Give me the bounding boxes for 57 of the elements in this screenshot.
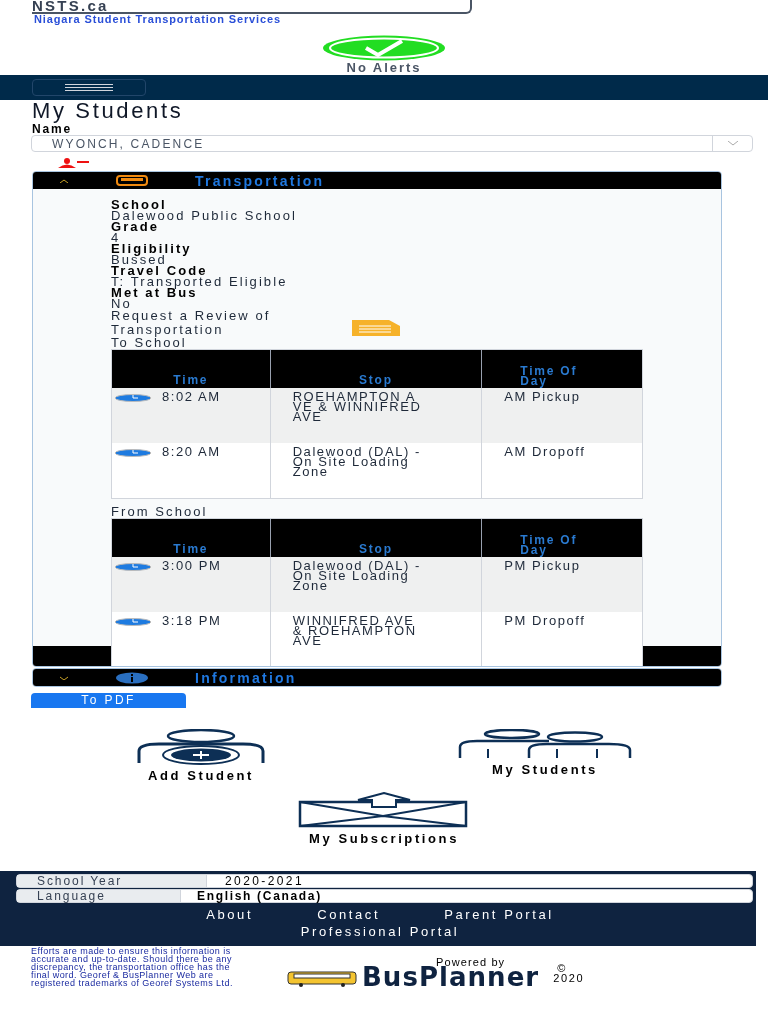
logo-subtitle: Niagara Student Transportation Services <box>34 14 282 25</box>
table-cell-text: AM Dropoff <box>504 447 587 457</box>
table-cell-text: PM Dropoff <box>504 616 587 626</box>
panel-header[interactable]: Information <box>33 669 721 686</box>
detail-label: Eligibility <box>111 243 193 254</box>
detail-value: No <box>111 298 132 309</box>
table-cell: ROEHAMPTON AVE & WINNIFRED AVE <box>292 392 423 422</box>
detail-value: T: Transported Eligible <box>111 276 289 287</box>
detail-label: School <box>111 199 167 210</box>
menu-button[interactable] <box>32 79 146 96</box>
shortcut-link[interactable]: My Subscriptions <box>298 792 470 845</box>
detail-label: Met at Bus <box>111 287 198 298</box>
table-cell-text: 3:18 PM <box>162 616 222 630</box>
table-cell-text: AM Pickup <box>504 392 582 402</box>
add-user-icon[interactable] <box>135 729 267 765</box>
check-icon <box>322 35 446 61</box>
footer-link[interactable]: Contact <box>317 908 381 922</box>
trip-heading: To School <box>111 337 187 349</box>
brand-logo: BusPlanner <box>362 967 540 987</box>
detail-label: Grade <box>111 221 159 232</box>
trip-heading: From School <box>111 506 209 518</box>
info-icon <box>115 671 149 684</box>
table-cell-text: 8:20 AM <box>162 447 222 461</box>
table-cell-text: 3:00 PM <box>162 561 222 575</box>
detail-value: Bussed <box>111 254 167 265</box>
column-header: Time Of Day <box>519 363 579 388</box>
panel-header[interactable]: Transportation <box>33 172 721 189</box>
mail-icon[interactable] <box>298 792 470 828</box>
detail-value: Dalewood Public School <box>111 210 298 221</box>
footer-link[interactable]: Professional Portal <box>300 925 460 939</box>
footer-link[interactable]: Parent Portal <box>444 908 554 922</box>
remove-user-icon[interactable] <box>56 158 92 168</box>
group-icon[interactable] <box>457 729 633 759</box>
page-title: My Students <box>32 101 185 121</box>
table-cell-text: WINNIFRED AVE & ROEHAMPTON AVE <box>292 616 418 646</box>
shortcut-link[interactable]: Add Student <box>135 729 267 782</box>
disclaimer-text: Efforts are made to ensure this information is accurate and up-to-date. Should there be any discrepancy, the transportation office has the final word. Georef & BusPlanner Web are registered trademarks of Georef Systems Ltd. <box>31 947 234 987</box>
table-cell-text: Dalewood (DAL) - On Site Loading Zone <box>292 447 422 477</box>
alert-status: No Alerts <box>346 61 422 74</box>
column-header: Time Of Day <box>519 532 579 557</box>
review-link[interactable]: Request a Review of Transportation <box>111 309 347 337</box>
field-label: Name <box>32 123 73 135</box>
school-bus-icon <box>286 971 358 987</box>
copyright-year: 2020 <box>553 973 585 983</box>
detail-value: 4 <box>111 232 121 243</box>
footer-link[interactable]: About <box>206 908 254 922</box>
table-cell-text: PM Pickup <box>504 561 582 571</box>
powered-by-text: Powered by <box>436 958 506 967</box>
student-select[interactable]: WYONCH, CADENCE <box>31 135 753 152</box>
copyright-symbol: © <box>557 963 567 973</box>
detail-label: Travel Code <box>111 265 208 276</box>
shortcut-link[interactable]: My Students <box>457 729 633 782</box>
pdf-button[interactable]: To PDF <box>31 692 186 708</box>
chevron-down-icon <box>727 141 738 146</box>
logo-title: NSTS.ca <box>32 0 110 12</box>
table-cell-text: Dalewood (DAL) - On Site Loading Zone <box>292 561 422 591</box>
table-cell-text: 8:02 AM <box>162 392 222 406</box>
